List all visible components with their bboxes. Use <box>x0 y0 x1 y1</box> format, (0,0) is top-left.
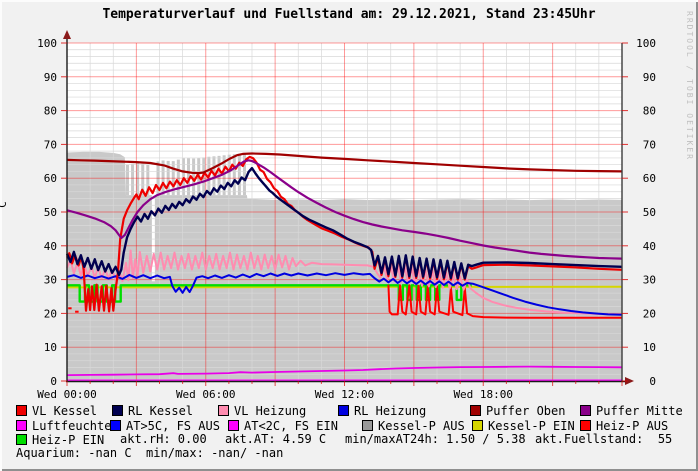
svg-text:90: 90 <box>643 71 656 84</box>
legend-item-akt-rh-0-00: akt.rH: 0.00 <box>120 433 207 445</box>
svg-text:100: 100 <box>37 37 57 50</box>
svg-text:70: 70 <box>44 138 57 151</box>
legend-item-puffer-mitte: Puffer Mitte <box>580 404 683 417</box>
legend-item-at-2c-fs-ein: AT<2C, FS EIN <box>228 419 338 432</box>
legend-item-vl-kessel: VL Kessel <box>16 404 97 417</box>
legend-swatch <box>112 405 123 416</box>
legend-item-min-maxat24h-1-50-5-38: min/maxAT24h: 1.50 / 5.38 <box>345 433 526 445</box>
y-axis-arrow <box>63 30 71 39</box>
legend-swatch <box>338 405 349 416</box>
rrdtool-graph: Temperaturverlauf und Fuellstand am: 29.… <box>0 0 698 471</box>
svg-text:10: 10 <box>643 341 656 354</box>
x-tick-label: Wed 12:00 <box>315 388 375 401</box>
x-tick-label: Wed 18:00 <box>453 388 513 401</box>
svg-text:100: 100 <box>636 37 656 50</box>
legend-swatch <box>580 405 591 416</box>
y-axis-unit-label: C <box>0 201 9 208</box>
legend-item-heiz-p-aus: Heiz-P AUS <box>580 419 668 432</box>
svg-text:80: 80 <box>643 105 656 118</box>
svg-text:30: 30 <box>643 274 656 287</box>
legend-item-kessel-p-aus: Kessel-P AUS <box>362 419 465 432</box>
x-tick-label: Wed 06:00 <box>176 388 236 401</box>
legend-swatch <box>362 420 373 431</box>
svg-text:60: 60 <box>44 172 57 185</box>
svg-text:90: 90 <box>44 71 57 84</box>
legend-swatch <box>16 405 27 416</box>
legend-item-akt-at-4-59-c: akt.AT: 4.59 C <box>225 433 326 445</box>
legend-swatch <box>228 420 239 431</box>
temperature-chart: 0 0 10 10 20 20 30 30 40 40 50 50 60 60 70 70 80 80 90 90 10… <box>0 0 698 402</box>
svg-text:0: 0 <box>50 375 57 388</box>
svg-text:20: 20 <box>44 307 57 320</box>
svg-text:50: 50 <box>44 206 57 219</box>
legend-swatch <box>580 420 591 431</box>
legend-swatch <box>16 420 27 431</box>
svg-text:0: 0 <box>649 375 656 388</box>
legend-item-puffer-oben: Puffer Oben <box>470 404 565 417</box>
legend-swatch <box>218 405 229 416</box>
rrdtool-watermark: RRDTOOL / TOBI OETIKER <box>685 11 694 161</box>
legend-item-vl-heizung: VL Heizung <box>218 404 306 417</box>
svg-text:40: 40 <box>643 240 656 253</box>
svg-text:70: 70 <box>643 138 656 151</box>
legend-item-rl-kessel: RL Kessel <box>112 404 193 417</box>
legend-item-at-5c-fs-aus: AT>5C, FS AUS <box>110 419 220 432</box>
legend-item-aquarium-nan-c-min-max-nan-nan: Aquarium: -nan C min/max: -nan/ -nan <box>16 447 283 459</box>
svg-text:50: 50 <box>643 206 656 219</box>
legend-swatch <box>16 434 27 445</box>
legend-swatch <box>110 420 121 431</box>
svg-text:10: 10 <box>44 341 57 354</box>
series-kessel-p-ein <box>67 287 622 288</box>
svg-text:20: 20 <box>643 307 656 320</box>
svg-text:60: 60 <box>643 172 656 185</box>
legend-item-rl-heizung: RL Heizung <box>338 404 426 417</box>
legend-item-akt-fuellstand-55: akt.Fuellstand: 55 <box>535 433 672 445</box>
legend-item-kessel-p-ein: Kessel-P EIN <box>472 419 575 432</box>
legend-item-luftfeuchte: Luftfeuchte <box>16 419 111 432</box>
svg-text:30: 30 <box>44 274 57 287</box>
svg-text:40: 40 <box>44 240 57 253</box>
svg-text:80: 80 <box>44 105 57 118</box>
x-tick-label: Wed 00:00 <box>37 388 97 401</box>
legend-swatch <box>472 420 483 431</box>
legend-swatch <box>470 405 481 416</box>
legend-item-heiz-p-ein: Heiz-P EIN <box>16 433 104 446</box>
